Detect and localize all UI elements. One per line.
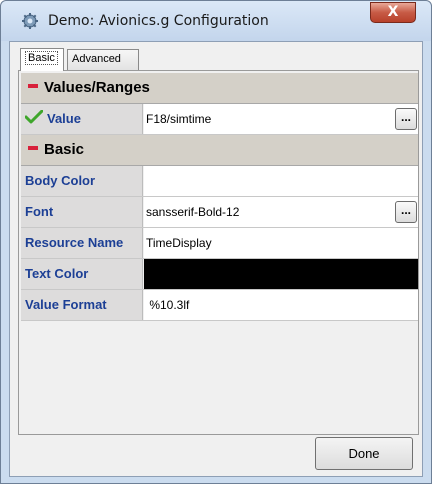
property-row-font: Font sansserif-Bold-12 ... bbox=[21, 197, 418, 228]
browse-button[interactable]: ... bbox=[395, 201, 417, 223]
property-name: Value Format bbox=[21, 290, 143, 320]
tab-advanced-label: Advanced bbox=[72, 53, 121, 65]
minus-icon[interactable] bbox=[28, 145, 38, 150]
gear-icon bbox=[21, 12, 39, 30]
property-value-field[interactable]: TimeDisplay bbox=[144, 228, 418, 258]
color-swatch[interactable] bbox=[144, 259, 418, 289]
checkmark-icon bbox=[24, 105, 47, 135]
property-value: F18/simtime bbox=[146, 112, 212, 126]
property-name: Value bbox=[21, 104, 143, 134]
property-value-field[interactable]: F18/simtime ... bbox=[144, 104, 418, 134]
section-title: Values/Ranges bbox=[44, 79, 150, 96]
property-name: Font bbox=[21, 197, 143, 227]
property-value: TimeDisplay bbox=[146, 236, 212, 250]
close-icon: X bbox=[387, 4, 399, 20]
property-row-value-format: Value Format %10.3lf bbox=[21, 290, 418, 321]
property-name: Text Color bbox=[21, 259, 143, 289]
property-row-text-color: Text Color bbox=[21, 259, 418, 290]
tab-basic-label: Basic bbox=[25, 51, 58, 65]
property-value-field[interactable]: %10.3lf bbox=[144, 290, 418, 320]
tab-advanced[interactable]: Advanced bbox=[67, 49, 139, 70]
property-name: Resource Name bbox=[21, 228, 143, 258]
property-value: %10.3lf bbox=[146, 298, 190, 312]
section-header-basic[interactable]: Basic bbox=[21, 135, 418, 166]
property-row-value: Value F18/simtime ... bbox=[21, 104, 418, 135]
property-sheet: Values/Ranges Value F18/simtime ... Basi… bbox=[18, 70, 419, 435]
property-name: Body Color bbox=[21, 166, 143, 196]
browse-button[interactable]: ... bbox=[395, 108, 417, 130]
title-bar[interactable]: Demo: Avionics.g Configuration X bbox=[1, 1, 431, 41]
property-value-field[interactable]: sansserif-Bold-12 ... bbox=[144, 197, 418, 227]
tab-basic[interactable]: Basic bbox=[20, 48, 64, 71]
property-row-body-color: Body Color bbox=[21, 166, 418, 197]
close-button[interactable]: X bbox=[370, 2, 416, 23]
property-value: sansserif-Bold-12 bbox=[146, 205, 240, 219]
dialog-window: Demo: Avionics.g Configuration X Basic A… bbox=[0, 0, 432, 484]
section-header-values-ranges[interactable]: Values/Ranges bbox=[21, 73, 418, 104]
dialog-content: Basic Advanced Values/Ranges Value F18/s… bbox=[9, 41, 423, 477]
minus-icon[interactable] bbox=[28, 83, 38, 88]
window-title: Demo: Avionics.g Configuration bbox=[48, 13, 269, 29]
property-row-resource-name: Resource Name TimeDisplay bbox=[21, 228, 418, 259]
done-button[interactable]: Done bbox=[315, 437, 413, 470]
section-title: Basic bbox=[44, 141, 85, 158]
property-value-field[interactable] bbox=[144, 166, 418, 196]
